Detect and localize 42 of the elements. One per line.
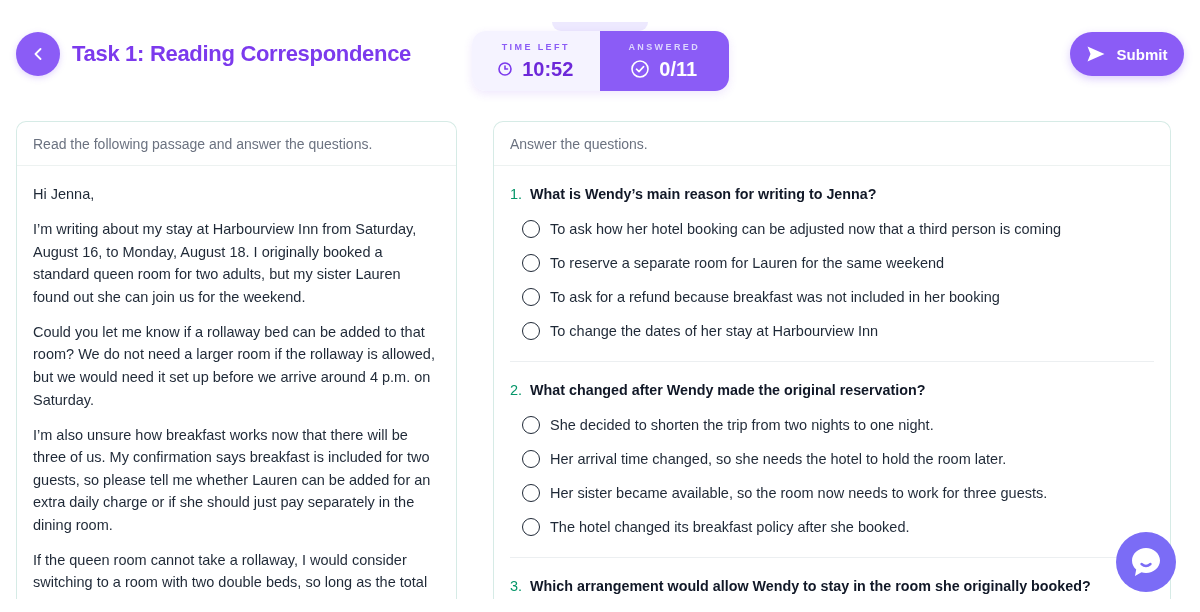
- passage-paragraph: I’m writing about my stay at Harbourview Inn from Saturday, August 16, to Monday, August 18. I originally booked a standard queen room for two adults, but my sister Lauren found out she can join us for the weekend.: [33, 220, 418, 307]
- radio-button[interactable]: [522, 322, 540, 340]
- question-text: What is Wendy’s main reason for writing to Jenna?: [530, 185, 877, 204]
- radio-button[interactable]: [522, 518, 540, 536]
- question-text: What changed after Wendy made the original reservation?: [530, 381, 926, 400]
- radio-button[interactable]: [522, 220, 540, 238]
- tile-label: ANSWERED: [628, 41, 701, 52]
- radio-button[interactable]: [522, 416, 540, 434]
- option-label[interactable]: Her arrival time changed, so she needs the hotel to hold the room later.: [550, 451, 1007, 467]
- option-label[interactable]: To change the dates of her stay at Harbourview Inn: [550, 323, 879, 339]
- option-label[interactable]: Her sister became available, so the room now needs to work for three guests.: [550, 485, 1048, 501]
- page-title: Task 1: Reading Correspondence: [72, 41, 411, 67]
- chat-bubble-icon: [1131, 547, 1161, 577]
- questions-instruction: Answer the questions.: [510, 135, 648, 152]
- passage-paragraph: If the queen room cannot take a rollaway, I would consider switching to a room with two double beds, so long as the total: [33, 550, 429, 593]
- radio-button[interactable]: [522, 484, 540, 502]
- passage-instruction: Read the following passage and answer the questions.: [33, 135, 373, 152]
- submit-button[interactable]: Submit: [1070, 32, 1184, 76]
- question-number: 1.: [510, 185, 523, 204]
- clock-icon: [498, 62, 513, 76]
- chevron-left-icon: [34, 48, 42, 60]
- option-label[interactable]: To reserve a separate room for Lauren for the same weekend: [550, 255, 945, 271]
- option-label[interactable]: She decided to shorten the trip from two nights to one night.: [550, 417, 934, 433]
- passage-paragraph: Could you let me know if a rollaway bed can be added to that room? We do not need a larger room if the rollaway is allowed, but we would need it set up before we arrive around 4 p.m. on Saturday.: [33, 322, 436, 410]
- option-label[interactable]: The hotel changed its breakfast policy after she booked.: [550, 519, 910, 535]
- tile-label: TIME LEFT: [501, 41, 570, 52]
- passage-paragraph: I’m also unsure how breakfast works now that there will be three of us. My confirmation says breakfast is included for two guests, so please tell me whether Lauren can be added for an extra daily charge or if she should just pay separately in the dining room.: [33, 425, 432, 535]
- tile-value: 10:52: [522, 57, 574, 81]
- option-label[interactable]: To ask how her hotel booking can be adjusted now that a third person is coming: [550, 221, 1062, 237]
- option-label[interactable]: To ask for a refund because breakfast was not included in her booking: [550, 289, 1000, 305]
- chat-button[interactable]: [1116, 532, 1176, 592]
- send-icon: [1086, 46, 1105, 62]
- radio-button[interactable]: [522, 450, 540, 468]
- passage-paragraph: Hi Jenna,: [33, 185, 96, 204]
- back-button[interactable]: [16, 32, 60, 76]
- radio-button[interactable]: [522, 288, 540, 306]
- radio-button[interactable]: [522, 254, 540, 272]
- check-circle-icon: [631, 60, 650, 78]
- question-number: 3.: [510, 577, 523, 596]
- question-text: Which arrangement would allow Wendy to stay in the room she originally booked?: [530, 577, 1091, 596]
- question-number: 2.: [510, 381, 523, 400]
- tile-value: 0/11: [659, 57, 698, 81]
